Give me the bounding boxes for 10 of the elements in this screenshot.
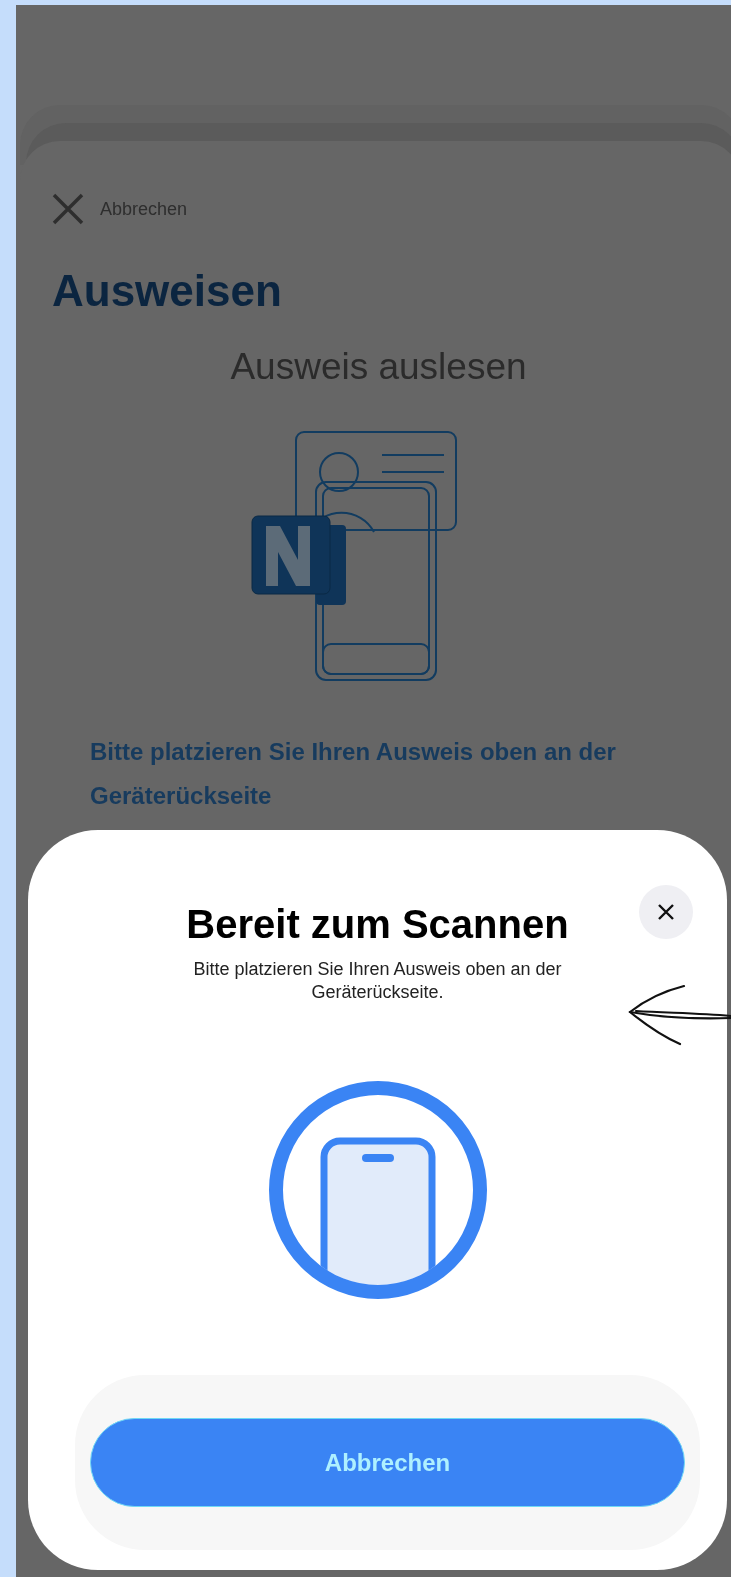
phone-scan-icon xyxy=(268,1081,487,1299)
instruction-text: Bitte platzieren Sie Ihren Ausweis oben an der Geräterückseite xyxy=(90,736,617,811)
section-title: Ausweis auslesen xyxy=(229,345,528,390)
sheet-title: Bereit zum Scannen xyxy=(186,902,569,946)
close-icon[interactable] xyxy=(52,193,84,225)
close-icon xyxy=(658,904,674,920)
sheet-message: Bitte platzieren Sie Ihren Ausweis oben an der Geräterückseite. xyxy=(192,958,563,1003)
cancel-button[interactable]: Abbrechen xyxy=(90,1418,685,1507)
page-title: Ausweisen xyxy=(52,267,283,316)
cancel-link[interactable]: Abbrechen xyxy=(100,195,188,223)
